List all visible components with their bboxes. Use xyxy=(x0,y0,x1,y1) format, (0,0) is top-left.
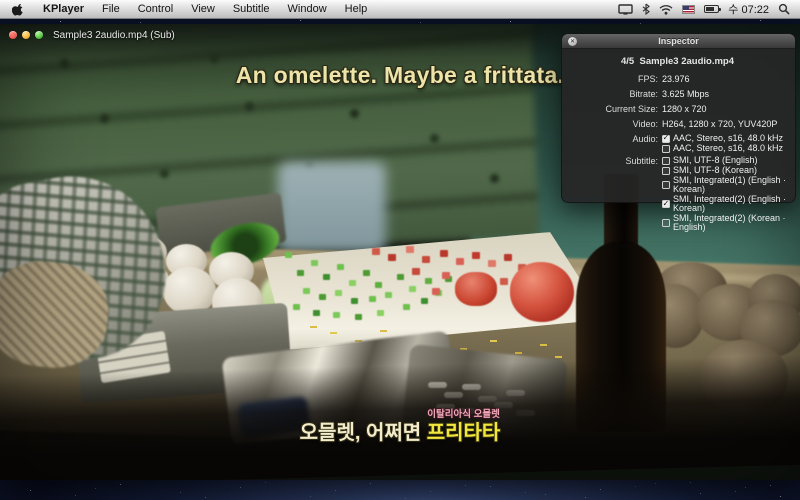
checkbox[interactable] xyxy=(662,181,670,189)
current-size-label: Current Size: xyxy=(568,104,658,114)
menu-bar-status: 수 07:22 xyxy=(618,1,800,17)
inspector-row-current-size: Current Size: 1280 x 720 xyxy=(568,104,787,114)
subtitle-track-4[interactable]: SMI, Integrated(2) (English · Korean) xyxy=(662,195,787,213)
spotlight-icon[interactable] xyxy=(778,3,790,15)
wifi-icon[interactable] xyxy=(659,4,673,15)
inspector-audio-group: Audio: AAC, Stereo, s16, 48.0 kHz AAC, S… xyxy=(568,134,787,153)
menu-control[interactable]: Control xyxy=(129,0,182,19)
menu-file[interactable]: File xyxy=(93,0,129,19)
checkbox[interactable] xyxy=(662,200,670,208)
audio-track-label[interactable]: AAC, Stereo, s16, 48.0 kHz xyxy=(673,134,783,143)
subtitle-korean-highlight: 프리타타이탈리아식 오믈렛 xyxy=(427,422,501,444)
fps-value: 23.976 xyxy=(662,74,787,84)
menu-bar: KPlayer File Control View Subtitle Windo… xyxy=(0,0,800,19)
inspector-body: 4/5 Sample3 2audio.mp4 FPS: 23.976 Bitra… xyxy=(562,49,795,232)
video-label: Video: xyxy=(568,119,658,129)
inspector-file-title: 4/5 Sample3 2audio.mp4 xyxy=(568,56,787,67)
video-value: H264, 1280 x 720, YUV420P xyxy=(662,119,787,129)
foreground-shadow xyxy=(0,354,800,480)
inspector-row-fps: FPS: 23.976 xyxy=(568,74,787,84)
menu-view[interactable]: View xyxy=(182,0,224,19)
subtitle-track-2[interactable]: SMI, UTF-8 (Korean) xyxy=(662,166,787,175)
minimize-window-button[interactable] xyxy=(22,31,30,39)
subtitle-track-label[interactable]: SMI, UTF-8 (English) xyxy=(673,156,758,165)
fps-label: FPS: xyxy=(568,74,658,84)
bitrate-value: 3.625 Mbps xyxy=(662,89,787,99)
checkbox[interactable] xyxy=(662,135,670,143)
inspector-row-video: Video: H264, 1280 x 720, YUV420P xyxy=(568,119,787,129)
checkbox[interactable] xyxy=(662,219,670,227)
audio-track-label[interactable]: AAC, Stereo, s16, 48.0 kHz xyxy=(673,144,783,153)
inspector-panel: Inspector 4/5 Sample3 2audio.mp4 FPS: 23… xyxy=(561,33,796,203)
menu-help[interactable]: Help xyxy=(336,0,377,19)
subtitle-track-label[interactable]: SMI, Integrated(2) (Korean · English) xyxy=(673,214,787,232)
inspector-subtitle-group: Subtitle: SMI, UTF-8 (English) SMI, UTF-… xyxy=(568,156,787,232)
subtitle-track-label[interactable]: SMI, Integrated(1) (English · Korean) xyxy=(673,176,787,194)
menu-kplayer[interactable]: KPlayer xyxy=(34,0,93,19)
audio-label: Audio: xyxy=(568,134,658,153)
checkbox[interactable] xyxy=(662,157,670,165)
battery-icon[interactable] xyxy=(704,5,719,13)
audio-track-1[interactable]: AAC, Stereo, s16, 48.0 kHz xyxy=(662,134,787,143)
subtitle-track-5[interactable]: SMI, Integrated(2) (Korean · English) xyxy=(662,214,787,232)
window-title: Sample3 2audio.mp4 (Sub) xyxy=(53,30,175,41)
input-language-flag-icon[interactable] xyxy=(682,5,695,14)
checkbox[interactable] xyxy=(662,145,670,153)
subtitle-track-1[interactable]: SMI, UTF-8 (English) xyxy=(662,156,787,165)
tomato xyxy=(510,262,574,322)
subtitle-korean-main: 오믈렛, 어쩌면 xyxy=(300,422,427,444)
cheese-shreds xyxy=(310,326,317,328)
audio-track-2[interactable]: AAC, Stereo, s16, 48.0 kHz xyxy=(662,144,787,153)
subtitle-label: Subtitle: xyxy=(568,156,658,232)
menu-bar-clock[interactable]: 수 07:22 xyxy=(728,1,769,17)
chopped-green-peppers xyxy=(285,252,292,258)
tomato-chunk xyxy=(455,272,497,306)
display-icon[interactable] xyxy=(618,4,633,15)
close-window-button[interactable] xyxy=(9,31,17,39)
background-appliance xyxy=(278,162,386,252)
chopped-tomatoes xyxy=(372,248,380,255)
current-size-value: 1280 x 720 xyxy=(662,104,787,114)
subtitle-korean: 오믈렛, 어쩌면 프리타타이탈리아식 오믈렛 xyxy=(0,422,800,444)
checkbox[interactable] xyxy=(662,167,670,175)
zoom-window-button[interactable] xyxy=(35,31,43,39)
subtitle-track-label[interactable]: SMI, UTF-8 (Korean) xyxy=(673,166,757,175)
bluetooth-icon[interactable] xyxy=(642,3,650,15)
subtitle-track-label[interactable]: SMI, Integrated(2) (English · Korean) xyxy=(673,195,787,213)
bitrate-label: Bitrate: xyxy=(568,89,658,99)
subtitle-track-3[interactable]: SMI, Integrated(1) (English · Korean) xyxy=(662,176,787,194)
menu-window[interactable]: Window xyxy=(279,0,336,19)
inspector-row-bitrate: Bitrate: 3.625 Mbps xyxy=(568,89,787,99)
menu-subtitle[interactable]: Subtitle xyxy=(224,0,279,19)
apple-menu-icon[interactable] xyxy=(12,3,24,16)
cabinet-knobs xyxy=(100,114,109,123)
inspector-title: Inspector xyxy=(658,36,699,46)
inspector-close-icon[interactable] xyxy=(568,37,577,46)
subtitle-korean-ruby: 이탈리아식 오믈렛 xyxy=(427,410,500,420)
inspector-header[interactable]: Inspector xyxy=(562,34,795,49)
